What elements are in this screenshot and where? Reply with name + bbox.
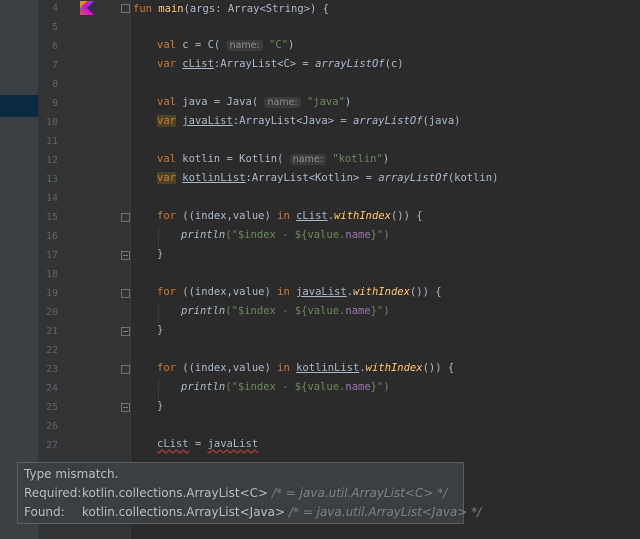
selected-tree-row[interactable] bbox=[0, 95, 38, 117]
fold-marker-icon[interactable] bbox=[121, 403, 130, 412]
line-number: 26 bbox=[45, 421, 58, 432]
line-number: 6 bbox=[51, 41, 58, 52]
fold-marker-icon[interactable] bbox=[121, 4, 130, 13]
gutter-divider bbox=[130, 0, 131, 539]
line-number: 17 bbox=[45, 250, 58, 261]
project-panel-strip bbox=[0, 0, 38, 539]
line-number: 18 bbox=[45, 269, 58, 280]
fold-marker-icon[interactable] bbox=[121, 213, 130, 222]
code-line-24[interactable]: println("$index - ${value.name}") bbox=[181, 378, 390, 397]
code-line-4[interactable]: fun main(args: Array<String>) { bbox=[133, 0, 329, 19]
fold-marker-icon[interactable] bbox=[121, 327, 130, 336]
code-line-15[interactable]: for ((index,value) in cList.withIndex())… bbox=[157, 207, 423, 226]
line-number: 4 bbox=[51, 3, 58, 14]
line-number: 15 bbox=[45, 212, 58, 223]
code-line-17[interactable]: } bbox=[157, 245, 163, 264]
kotlin-file-icon[interactable] bbox=[80, 1, 94, 15]
line-number: 24 bbox=[45, 383, 58, 394]
line-number: 5 bbox=[51, 22, 58, 33]
code-line-12[interactable]: val kotlin = Kotlin( name: "kotlin") bbox=[157, 150, 389, 169]
code-line-21[interactable]: } bbox=[157, 321, 163, 340]
fold-marker-icon[interactable] bbox=[121, 289, 130, 298]
code-line-25[interactable]: } bbox=[157, 397, 163, 416]
error-underline: cList bbox=[157, 438, 189, 450]
code-line-27[interactable]: cList = javaList bbox=[157, 435, 258, 454]
line-number: 23 bbox=[45, 364, 58, 375]
parameter-hint: name: bbox=[264, 97, 301, 108]
line-number: 27 bbox=[45, 440, 58, 451]
code-line-20[interactable]: println("$index - ${value.name}") bbox=[181, 302, 390, 321]
fold-marker-icon[interactable] bbox=[121, 251, 130, 260]
line-number: 25 bbox=[45, 402, 58, 413]
parameter-hint: name: bbox=[226, 40, 263, 51]
type-mismatch-tooltip: Type mismatch. Required: kotlin.collecti… bbox=[17, 462, 481, 524]
line-number: 20 bbox=[45, 307, 58, 318]
line-number: 7 bbox=[51, 60, 58, 71]
code-line-16[interactable]: println("$index - ${value.name}") bbox=[181, 226, 390, 245]
fold-marker-icon[interactable] bbox=[121, 365, 130, 374]
code-line-6[interactable]: val c = C( name: "C") bbox=[157, 36, 294, 55]
code-line-9[interactable]: val java = Java( name: "java") bbox=[157, 93, 351, 112]
line-number: 22 bbox=[45, 345, 58, 356]
code-line-23[interactable]: for ((index,value) in kotlinList.withInd… bbox=[157, 359, 454, 378]
code-line-19[interactable]: for ((index,value) in javaList.withIndex… bbox=[157, 283, 442, 302]
tooltip-found-label: Found: bbox=[24, 505, 65, 519]
line-number: 12 bbox=[45, 155, 58, 166]
tooltip-required-label: Required: bbox=[24, 486, 82, 500]
tooltip-found-type: kotlin.collections.ArrayList<Java> /* = … bbox=[82, 505, 482, 519]
indent-guide bbox=[158, 379, 159, 399]
line-number: 8 bbox=[51, 79, 58, 90]
parameter-hint: name: bbox=[289, 154, 326, 165]
line-number: 10 bbox=[45, 117, 58, 128]
code-line-7[interactable]: var cList:ArrayList<C> = arrayListOf(c) bbox=[157, 55, 404, 74]
indent-guide bbox=[158, 227, 159, 247]
tooltip-required-type: kotlin.collections.ArrayList<C> /* = jav… bbox=[82, 486, 448, 500]
line-number: 21 bbox=[45, 326, 58, 337]
line-number: 19 bbox=[45, 288, 58, 299]
tooltip-title: Type mismatch. bbox=[24, 467, 119, 481]
line-number: 14 bbox=[45, 193, 58, 204]
line-number: 9 bbox=[51, 98, 58, 109]
line-number: 11 bbox=[45, 136, 58, 147]
indent-guide bbox=[158, 303, 159, 323]
line-number: 16 bbox=[45, 231, 58, 242]
code-line-10[interactable]: var javaList:ArrayList<Java> = arrayList… bbox=[157, 112, 460, 131]
code-line-13[interactable]: var kotlinList:ArrayList<Kotlin> = array… bbox=[157, 169, 498, 188]
line-number: 13 bbox=[45, 174, 58, 185]
